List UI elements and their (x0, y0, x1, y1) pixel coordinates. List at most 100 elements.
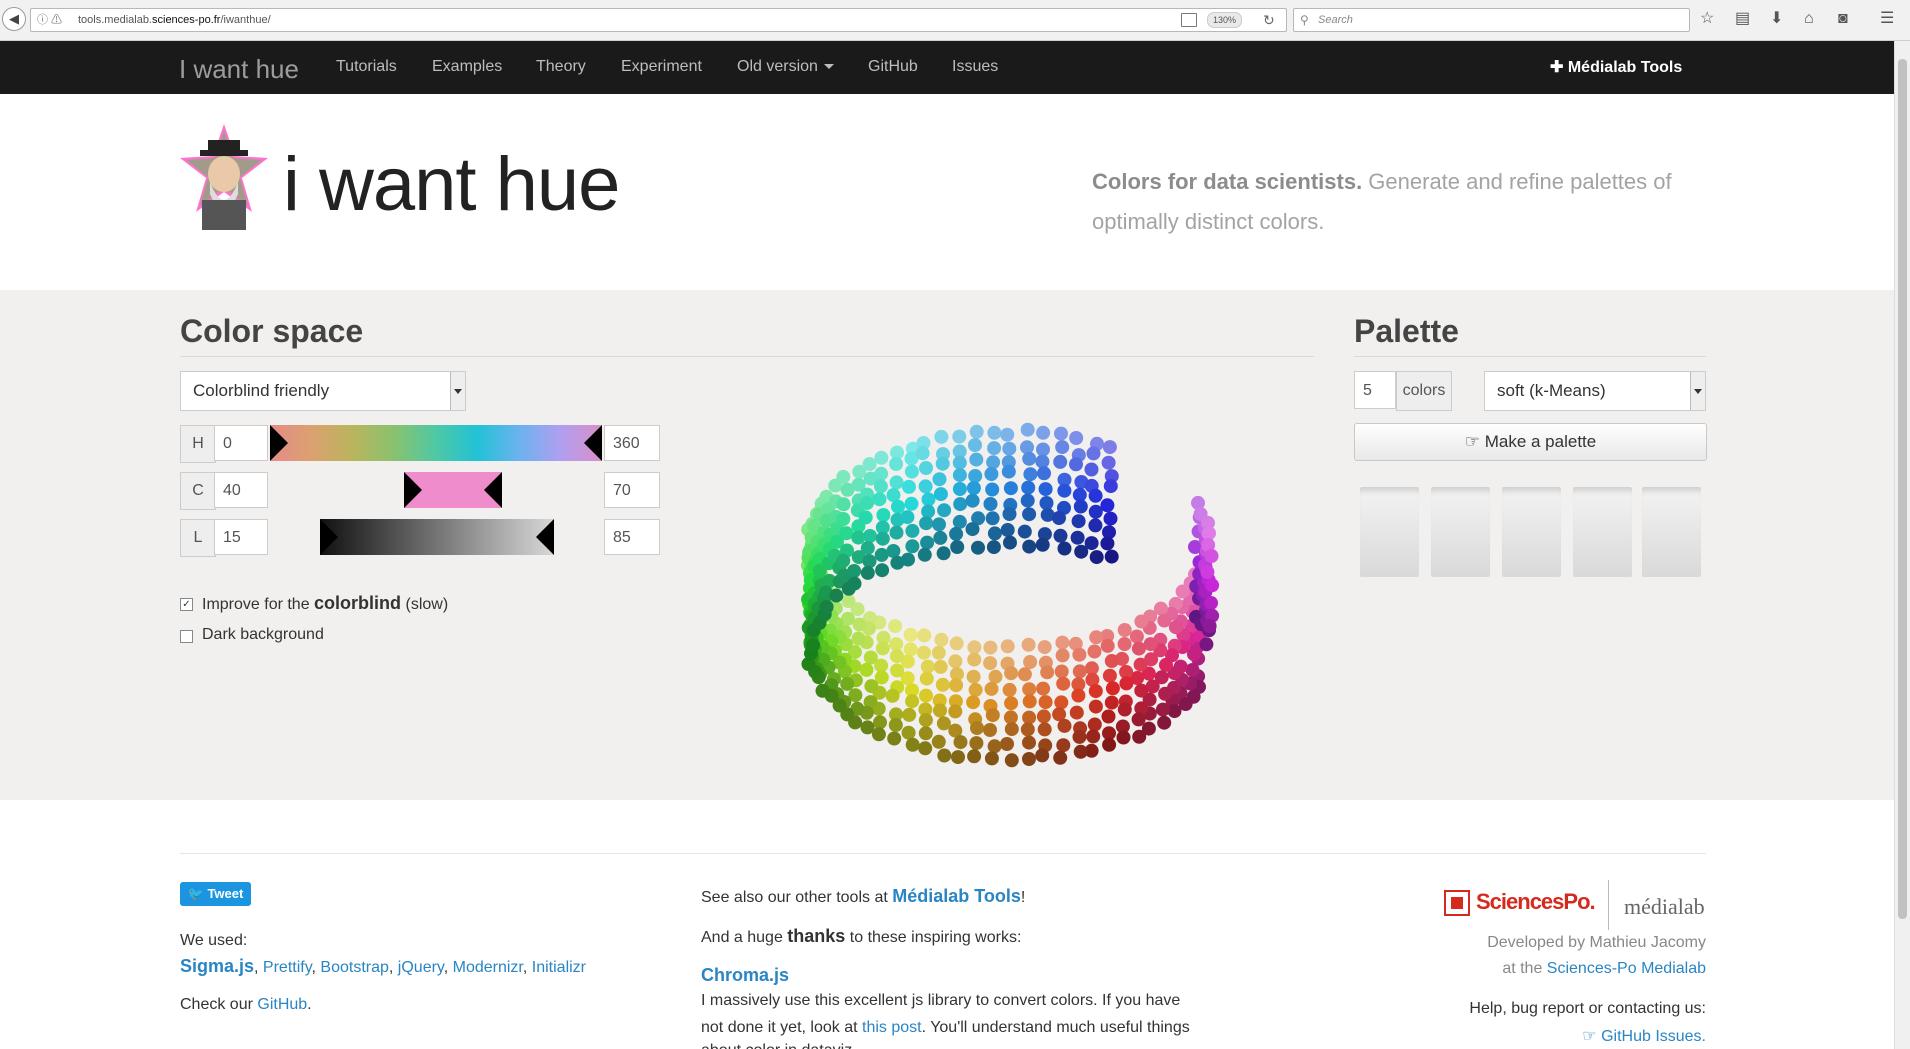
slider-handle-right[interactable] (584, 425, 602, 461)
hue-max-input[interactable]: 360 (604, 425, 660, 461)
link-prettify[interactable]: Prettify (263, 959, 312, 976)
address-bar[interactable]: ⓘ ⚠ tools.medialab.sciences-po.fr/iwanth… (30, 8, 1287, 32)
color-point (848, 577, 862, 591)
color-point (919, 461, 933, 475)
reading-list-icon[interactable]: ▤ (1735, 9, 1750, 29)
color-point (1118, 623, 1132, 637)
sciencespo-logo[interactable]: SciencesPo. (1444, 889, 1595, 916)
chroma-heading[interactable]: Chroma.js (701, 965, 789, 986)
nav-examples[interactable]: Examples (432, 58, 502, 76)
color-point (986, 708, 1000, 722)
site-info-icon[interactable]: ⓘ ⚠ (37, 9, 62, 31)
color-space-preset-select[interactable]: Colorblind friendly (180, 371, 466, 411)
nav-issues[interactable]: Issues (952, 58, 998, 76)
nav-tutorials[interactable]: Tutorials (336, 58, 397, 76)
color-point (905, 497, 919, 511)
chroma-max-input[interactable]: 70 (604, 472, 660, 508)
search-bar[interactable]: ⚲ Search (1293, 8, 1690, 32)
slider-handle-right[interactable] (484, 472, 502, 508)
colorblind-label[interactable]: Improve for the colorblind (slow) (202, 593, 448, 614)
slider-handle-left[interactable] (404, 472, 422, 508)
color-point (1070, 706, 1084, 720)
make-palette-button[interactable]: ☞ Make a palette (1354, 423, 1707, 461)
palette-mode-select[interactable]: soft (k-Means) (1484, 371, 1706, 411)
link-sigmajs[interactable]: Sigma.js (180, 956, 254, 976)
downloads-icon[interactable]: ⬇ (1770, 9, 1783, 29)
link-chromajs[interactable]: Chroma.js (701, 965, 789, 985)
reload-icon[interactable]: ↻ (1263, 9, 1275, 31)
color-point (1157, 716, 1171, 730)
hue-min-input[interactable]: 0 (214, 425, 268, 461)
color-point (1205, 549, 1219, 563)
link-github-issues[interactable]: ☞ GitHub Issues. (1582, 1028, 1706, 1045)
link-jquery[interactable]: jQuery (398, 959, 444, 976)
color-point (836, 470, 850, 484)
color-point (1035, 748, 1049, 762)
bookmark-star-icon[interactable]: ☆ (1700, 9, 1714, 29)
color-point (902, 726, 916, 740)
color-point (966, 494, 980, 508)
nav-medialab-tools[interactable]: ✚ Médialab Tools (1550, 57, 1682, 77)
nav-theory[interactable]: Theory (536, 58, 586, 76)
color-point (1203, 619, 1217, 633)
color-point (953, 482, 967, 496)
color-point (919, 713, 933, 727)
divider (180, 853, 1706, 854)
color-point (900, 510, 914, 524)
link-bootstrap[interactable]: Bootstrap (320, 959, 388, 976)
colorblind-checkbox[interactable]: ✓ (180, 598, 193, 611)
chroma-min-input[interactable]: 40 (214, 472, 268, 508)
scrollbar-thumb[interactable] (1898, 59, 1907, 919)
color-point (953, 468, 967, 482)
color-point (1156, 703, 1170, 717)
slider-handle-left[interactable] (270, 425, 288, 461)
color-point (1021, 494, 1035, 508)
nav-github[interactable]: GitHub (868, 58, 918, 76)
nav-experiment[interactable]: Experiment (621, 58, 702, 76)
color-point (1037, 709, 1051, 723)
color-point (836, 512, 850, 526)
color-point (1003, 683, 1017, 697)
lightness-min-input[interactable]: 15 (214, 519, 268, 555)
link-initializr[interactable]: Initializr (532, 959, 586, 976)
pocket-icon[interactable]: ◙ (1838, 9, 1848, 29)
slider-handle-right[interactable] (536, 519, 554, 555)
color-point (1058, 542, 1072, 556)
dark-background-label[interactable]: Dark background (202, 626, 324, 644)
link-modernizr[interactable]: Modernizr (453, 959, 523, 976)
dark-background-checkbox[interactable] (180, 630, 193, 643)
tweet-button[interactable]: 🐦 Tweet (180, 882, 251, 906)
chroma-range-slider[interactable] (404, 472, 502, 508)
home-icon[interactable]: ⌂ (1804, 9, 1814, 29)
navbar-brand[interactable]: I want hue (179, 54, 299, 85)
zoom-indicator[interactable]: 130% (1207, 12, 1242, 28)
back-button[interactable]: ◀ (2, 7, 26, 31)
lightness-max-input[interactable]: 85 (604, 519, 660, 555)
nav-old-version[interactable]: Old version (737, 58, 834, 76)
color-point (1072, 648, 1086, 662)
color-point (1021, 481, 1035, 495)
hue-range-slider[interactable] (270, 425, 602, 461)
menu-icon[interactable]: ☰ (1880, 9, 1894, 29)
link-sciencespo-medialab[interactable]: Sciences-Po Medialab (1547, 960, 1706, 977)
medialab-logo[interactable]: médialab (1624, 894, 1705, 920)
link-medialab-tools[interactable]: Médialab Tools (892, 886, 1021, 906)
reader-view-icon[interactable] (1181, 13, 1197, 27)
color-point (1000, 428, 1014, 442)
color-point (1089, 630, 1103, 644)
color-point (967, 749, 981, 763)
palette-count-input[interactable]: 5 (1354, 371, 1396, 409)
link-this-post[interactable]: this post (862, 1019, 922, 1036)
color-point (933, 472, 947, 486)
palette-swatch (1431, 487, 1490, 577)
link-github[interactable]: GitHub (257, 996, 307, 1013)
lightness-range-slider[interactable] (320, 519, 554, 555)
color-space-heading: Color space (180, 313, 363, 350)
chevron-down-icon[interactable] (450, 372, 465, 410)
color-point (971, 541, 985, 555)
chevron-down-icon[interactable] (1690, 372, 1705, 410)
page-scrollbar[interactable] (1894, 41, 1910, 1049)
color-point (1022, 682, 1036, 696)
color-point (970, 721, 984, 735)
slider-handle-left[interactable] (320, 519, 338, 555)
